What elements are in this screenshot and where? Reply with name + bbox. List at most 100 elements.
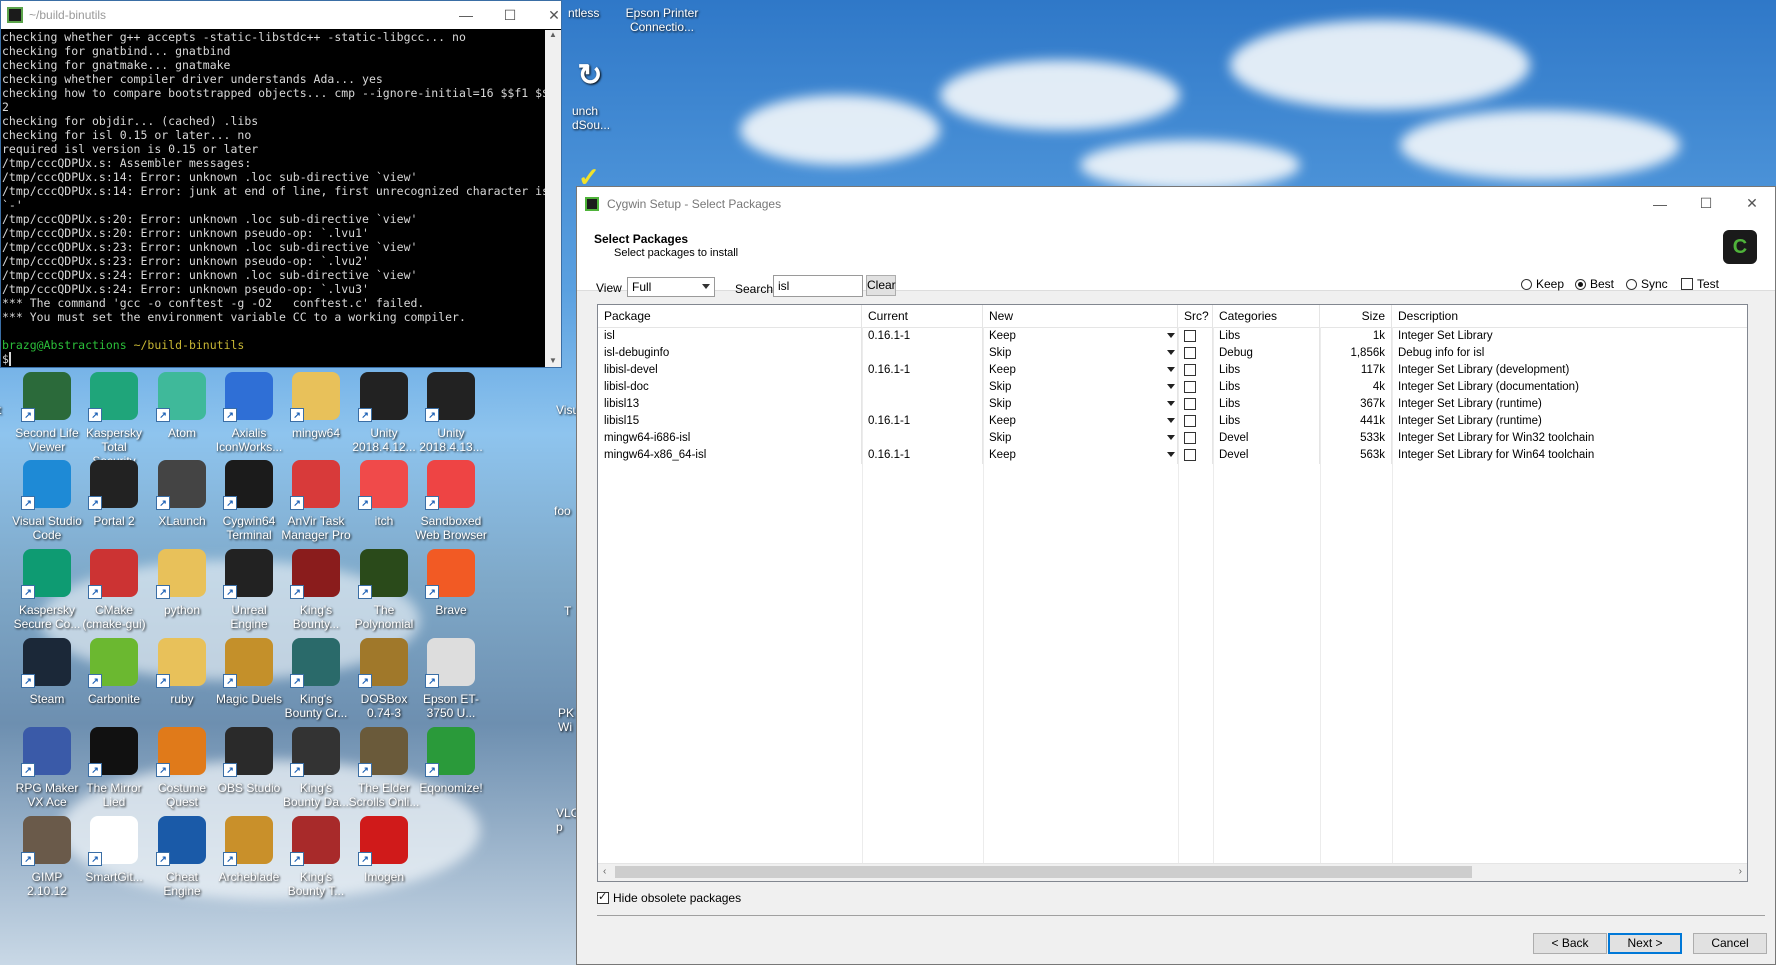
scroll-left-icon[interactable]: ‹ xyxy=(603,866,606,877)
table-row[interactable]: isl 0.16.1-1 Keep Libs 1k Integer Set Library xyxy=(598,328,1747,345)
scroll-down-icon[interactable]: ▼ xyxy=(545,356,561,365)
chevron-down-icon[interactable] xyxy=(1167,384,1175,389)
column-header-current[interactable]: Current xyxy=(862,305,983,327)
scrollbar-thumb[interactable] xyxy=(615,866,1472,878)
desktop-icon[interactable]: ↗ Atom xyxy=(146,372,218,440)
src-checkbox[interactable] xyxy=(1184,364,1196,376)
desktop-icon[interactable]: ↗ CMake (cmake-gui) xyxy=(78,549,150,631)
search-input[interactable] xyxy=(773,275,863,297)
desktop-icon[interactable]: ↗ Magic Duels xyxy=(213,638,285,706)
src-checkbox[interactable] xyxy=(1184,330,1196,342)
desktop-icon[interactable]: ↗ The Polynomial xyxy=(348,549,420,631)
horizontal-scrollbar[interactable]: ‹ › xyxy=(598,863,1747,881)
desktop-icon[interactable]: ↗ OBS Studio xyxy=(213,727,285,795)
cygwin-titlebar[interactable]: Cygwin Setup - Select Packages — ☐ ✕ xyxy=(577,187,1775,220)
table-row[interactable]: mingw64-i686-isl Skip Devel 533k Integer Set… xyxy=(598,430,1747,447)
new-action-dropdown[interactable]: Keep xyxy=(983,362,1178,379)
clear-button[interactable]: Clear xyxy=(866,275,896,296)
src-checkbox[interactable] xyxy=(1184,381,1196,393)
new-action-dropdown[interactable]: Keep xyxy=(983,413,1178,430)
desktop-icon[interactable]: ↗ itch xyxy=(348,460,420,528)
src-checkbox[interactable] xyxy=(1184,347,1196,359)
column-header-categories[interactable]: Categories xyxy=(1213,305,1320,327)
close-button[interactable]: ✕ xyxy=(1729,187,1775,220)
table-row[interactable]: libisl15 0.16.1-1 Keep Libs 441k Integer Set … xyxy=(598,413,1747,430)
column-header-size[interactable]: Size xyxy=(1320,305,1392,327)
maximize-button[interactable]: ☐ xyxy=(1683,187,1729,220)
desktop-icon[interactable]: ↗ XLaunch xyxy=(146,460,218,528)
desktop-icon[interactable]: ↗ King's Bounty... xyxy=(280,549,352,631)
desktop-icon[interactable]: ↗ Imogen xyxy=(348,816,420,884)
new-action-dropdown[interactable]: Skip xyxy=(983,396,1178,413)
test-checkbox[interactable]: Test xyxy=(1681,277,1719,291)
desktop-icon[interactable]: ↗ Archeblade xyxy=(213,816,285,884)
terminal-scrollbar[interactable]: ▲ ▼ xyxy=(545,30,561,367)
chevron-down-icon[interactable] xyxy=(1167,435,1175,440)
radio-sync[interactable]: Sync xyxy=(1626,277,1668,291)
new-action-dropdown[interactable]: Keep xyxy=(983,328,1178,345)
terminal-output[interactable]: checking whether g++ accepts -static-lib… xyxy=(1,30,545,367)
desktop-icon[interactable]: ↗ King's Bounty Da... xyxy=(280,727,352,809)
radio-keep[interactable]: Keep xyxy=(1521,277,1564,291)
desktop-icon[interactable]: ↗ ruby xyxy=(146,638,218,706)
desktop-icon[interactable]: ↗ King's Bounty Cr... xyxy=(280,638,352,720)
desktop-icon[interactable]: ↗ Epson ET-3750 U... xyxy=(415,638,487,720)
new-action-dropdown[interactable]: Skip xyxy=(983,379,1178,396)
chevron-down-icon[interactable] xyxy=(1167,367,1175,372)
desktop-icon[interactable]: ↗ Unreal Engine xyxy=(213,549,285,631)
hide-obsolete-checkbox[interactable]: Hide obsolete packages xyxy=(597,890,741,905)
desktop-icon[interactable]: ↗ AnVir Task Manager Pro xyxy=(280,460,352,542)
chevron-down-icon[interactable] xyxy=(1167,333,1175,338)
desktop-icon[interactable]: ↗ Kaspersky Secure Co... xyxy=(11,549,83,631)
src-checkbox[interactable] xyxy=(1184,398,1196,410)
table-row[interactable]: libisl-doc Skip Libs 4k Integer Set Library … xyxy=(598,379,1747,396)
terminal-window[interactable]: ~/build-binutils — ☐ ✕ checking whether … xyxy=(0,0,562,368)
desktop-icon[interactable]: ↗ Carbonite xyxy=(78,638,150,706)
desktop-label-epson-printer[interactable]: Epson Printer Connectio... xyxy=(624,6,700,34)
terminal-input-line[interactable]: $ xyxy=(2,352,545,366)
desktop-icon[interactable]: ↗ SmartGit... xyxy=(78,816,150,884)
view-select[interactable]: Full xyxy=(627,277,715,297)
desktop-icon[interactable]: ↗ Unity 2018.4.12... xyxy=(348,372,420,454)
src-checkbox[interactable] xyxy=(1184,415,1196,427)
cygwin-setup-window[interactable]: Cygwin Setup - Select Packages — ☐ ✕ Sel… xyxy=(576,186,1776,965)
cancel-button[interactable]: Cancel xyxy=(1693,933,1767,954)
desktop-icon[interactable]: ↗ DOSBox 0.74-3 xyxy=(348,638,420,720)
chevron-down-icon[interactable] xyxy=(1167,418,1175,423)
desktop-icon[interactable]: ↗ The Mirror Lied xyxy=(78,727,150,809)
column-header-src[interactable]: Src? xyxy=(1178,305,1213,327)
src-checkbox[interactable] xyxy=(1184,449,1196,461)
close-button[interactable]: ✕ xyxy=(531,1,577,29)
desktop-icon[interactable]: ↗ Costume Quest xyxy=(146,727,218,809)
minimize-button[interactable]: — xyxy=(443,1,489,29)
chevron-down-icon[interactable] xyxy=(1167,452,1175,457)
desktop-icon[interactable]: ↗ Unity 2018.4.13... xyxy=(415,372,487,454)
desktop-icon[interactable]: ↗Kaspersky Total Security xyxy=(78,372,150,468)
desktop-item-launch[interactable]: ↻ unch dSou... xyxy=(572,52,618,133)
terminal-titlebar[interactable]: ~/build-binutils — ☐ ✕ xyxy=(1,1,561,29)
table-row[interactable]: mingw64-x86_64-isl 0.16.1-1 Keep Devel 563k I… xyxy=(598,447,1747,464)
desktop-icon[interactable]: ↗ Cygwin64 Terminal xyxy=(213,460,285,542)
desktop-icon[interactable]: ↗ Cheat Engine xyxy=(146,816,218,898)
chevron-down-icon[interactable] xyxy=(1167,401,1175,406)
desktop-icon[interactable]: ↗ Portal 2 xyxy=(78,460,150,528)
table-row[interactable]: libisl-devel 0.16.1-1 Keep Libs 117k Integer … xyxy=(598,362,1747,379)
desktop-icon[interactable]: ↗ mingw64 xyxy=(280,372,352,440)
radio-keep-circle[interactable] xyxy=(1521,278,1532,290)
maximize-button[interactable]: ☐ xyxy=(487,1,533,29)
package-table[interactable]: Package Current New Src? Categories Size… xyxy=(597,304,1748,882)
column-header-package[interactable]: Package xyxy=(598,305,862,327)
desktop-icon[interactable]: ↗ Second Life Viewer xyxy=(11,372,83,454)
desktop-icon[interactable]: ↗ Visual Studio Code xyxy=(11,460,83,542)
scroll-right-icon[interactable]: › xyxy=(1739,866,1742,877)
table-row[interactable]: isl-debuginfo Skip Debug 1,856k Debug info f… xyxy=(598,345,1747,362)
desktop-icon[interactable]: ↗ The Elder Scrolls Onli... xyxy=(348,727,420,809)
scroll-up-icon[interactable]: ▲ xyxy=(545,30,561,39)
desktop-icon[interactable]: ↗ Sandboxed Web Browser xyxy=(415,460,487,542)
new-action-dropdown[interactable]: Keep xyxy=(983,447,1178,464)
minimize-button[interactable]: — xyxy=(1637,187,1683,220)
column-header-description[interactable]: Description xyxy=(1392,305,1747,327)
column-header-new[interactable]: New xyxy=(983,305,1178,327)
desktop-icon[interactable]: ↗ Brave xyxy=(415,549,487,617)
table-row[interactable]: libisl13 Skip Libs 367k Integer Set Library … xyxy=(598,396,1747,413)
